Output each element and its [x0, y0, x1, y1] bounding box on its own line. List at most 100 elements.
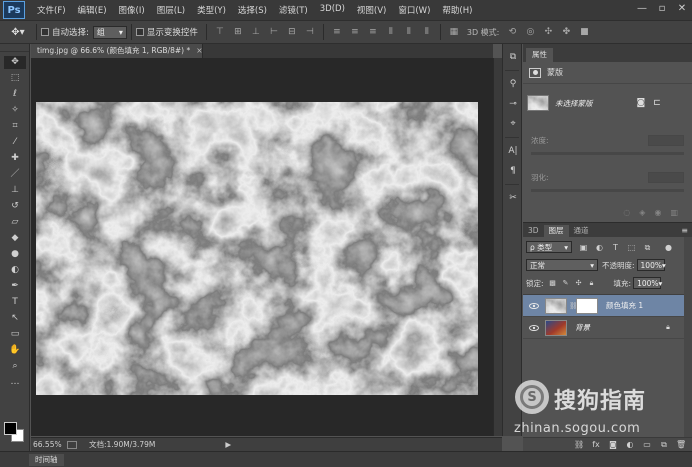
vertical-scrollbar[interactable]: [493, 58, 502, 436]
eyedropper-tool-icon[interactable]: ⁄: [4, 136, 26, 149]
panel-menu-icon[interactable]: ≡: [681, 225, 688, 237]
new-group-icon[interactable]: ▭: [642, 440, 652, 450]
move-tool-icon[interactable]: ✥▾: [4, 23, 32, 41]
align-bottom-icon[interactable]: ⊥: [250, 26, 262, 38]
show-transform-checkbox[interactable]: [135, 28, 144, 36]
document-canvas[interactable]: [36, 102, 478, 395]
history-brush-tool-icon[interactable]: ↺: [4, 200, 26, 213]
close-icon[interactable]: ×: [196, 46, 202, 55]
zoom-level[interactable]: 66.55%: [31, 440, 62, 449]
character-icon[interactable]: A|: [506, 144, 520, 158]
3d-drag-icon[interactable]: ✣: [542, 26, 554, 38]
canvas-workspace[interactable]: [31, 58, 493, 436]
link-layers-icon[interactable]: ⛓︎: [574, 440, 584, 450]
filter-shape-icon[interactable]: ⬚: [627, 243, 636, 252]
fill-field[interactable]: 100% ▾: [633, 277, 662, 289]
menu-item-8[interactable]: 视图(V): [351, 4, 392, 16]
clone-stamp-tool-icon[interactable]: ⊥: [4, 184, 26, 197]
lock-pixels-icon[interactable]: ✎: [562, 279, 570, 287]
layers-scrollbar[interactable]: [684, 237, 692, 437]
menu-item-4[interactable]: 类型(Y): [191, 4, 232, 16]
tool-presets-icon[interactable]: ⌖: [506, 117, 520, 131]
filter-type-icon[interactable]: T: [611, 243, 620, 252]
paint-bucket-tool-icon[interactable]: ◆: [4, 232, 26, 245]
blend-mode-dropdown[interactable]: 正常 ▾: [526, 259, 598, 271]
eraser-tool-icon[interactable]: ▱: [4, 216, 26, 229]
auto-align-icon[interactable]: ▦: [448, 26, 460, 38]
menu-item-5[interactable]: 选择(S): [232, 4, 273, 16]
feather-slider[interactable]: [531, 189, 684, 192]
eye-icon[interactable]: [528, 301, 540, 311]
delete-mask-icon[interactable]: ▥: [670, 208, 678, 220]
toolbar-grip[interactable]: [0, 44, 29, 52]
status-menu-arrow-icon[interactable]: ▶: [225, 440, 231, 449]
lock-position-icon[interactable]: ✣: [575, 279, 583, 287]
lock-transparent-icon[interactable]: ▩: [549, 279, 557, 287]
history-icon[interactable]: ⧉: [506, 50, 520, 64]
healing-brush-tool-icon[interactable]: ✚: [4, 152, 26, 165]
menu-item-1[interactable]: 编辑(E): [72, 4, 113, 16]
rectangle-tool-icon[interactable]: ▭: [4, 328, 26, 341]
menu-item-10[interactable]: 帮助(H): [436, 4, 478, 16]
load-selection-icon[interactable]: ◌: [623, 208, 630, 220]
3d-scale-icon[interactable]: ■: [578, 26, 590, 38]
auto-select-checkbox[interactable]: [41, 28, 49, 36]
feather-field[interactable]: [648, 171, 684, 183]
layer-mask-thumbnail[interactable]: [576, 297, 598, 314]
apply-mask-icon[interactable]: ◈: [639, 208, 645, 220]
status-preview-icon[interactable]: [67, 440, 77, 449]
filter-toggle-icon[interactable]: ●: [664, 243, 673, 252]
zoom-tool-icon[interactable]: ⌕: [4, 360, 26, 373]
menu-item-0[interactable]: 文件(F): [31, 4, 72, 16]
3d-roll-icon[interactable]: ◎: [524, 26, 536, 38]
magic-wand-tool-icon[interactable]: ✧: [4, 104, 26, 117]
menu-item-6[interactable]: 滤镜(T): [273, 4, 314, 16]
clone-source-icon[interactable]: ⊸: [506, 97, 520, 111]
distribute-vcenter-icon[interactable]: ≡: [349, 26, 361, 38]
type-tool-icon[interactable]: T: [4, 296, 26, 309]
add-mask-icon[interactable]: ◙: [608, 440, 618, 450]
timeline-tab[interactable]: 时间轴: [29, 454, 64, 466]
blur-tool-icon[interactable]: ●: [4, 248, 26, 261]
dodge-tool-icon[interactable]: ◐: [4, 264, 26, 277]
delete-layer-icon[interactable]: 🗑︎: [676, 440, 686, 450]
pen-tool-icon[interactable]: ✒: [4, 280, 26, 293]
crop-tool-icon[interactable]: ⌗: [4, 120, 26, 133]
3d-rotate-icon[interactable]: ⟲: [506, 26, 518, 38]
align-left-icon[interactable]: ⊢: [268, 26, 280, 38]
filter-adjustment-icon[interactable]: ◐: [595, 243, 604, 252]
distribute-top-icon[interactable]: ≡: [331, 26, 343, 38]
opacity-field[interactable]: 100% ▾: [636, 259, 666, 271]
lasso-tool-icon[interactable]: ℓ: [4, 88, 26, 101]
distribute-hcenter-icon[interactable]: ⦀: [403, 26, 415, 38]
menu-item-3[interactable]: 图层(L): [151, 4, 191, 16]
tool-options-icon[interactable]: ✂: [506, 191, 520, 205]
tab-layers[interactable]: 图层: [543, 225, 569, 237]
hand-tool-icon[interactable]: ✋: [4, 344, 26, 357]
brush-tool-icon[interactable]: ／: [4, 168, 26, 181]
filter-pixel-icon[interactable]: ▣: [579, 243, 588, 252]
distribute-right-icon[interactable]: ⦀: [421, 26, 433, 38]
density-field[interactable]: [648, 134, 684, 146]
tab-3d[interactable]: 3D: [523, 225, 544, 237]
path-selection-tool-icon[interactable]: ↖: [4, 312, 26, 325]
marquee-tool-icon[interactable]: ⬚: [4, 72, 26, 85]
document-tab[interactable]: timg.jpg @ 66.6% (颜色填充 1, RGB/8#) * ×: [31, 44, 203, 58]
layer-row-background[interactable]: 背景 🔒︎: [523, 317, 692, 339]
3d-slide-icon[interactable]: ✤: [560, 26, 572, 38]
maximize-button[interactable]: ▫: [656, 3, 668, 15]
tab-channels[interactable]: 通道: [569, 225, 594, 237]
more-tools-icon[interactable]: …: [4, 376, 26, 389]
distribute-left-icon[interactable]: ⦀: [385, 26, 397, 38]
foreground-color-swatch[interactable]: [4, 422, 17, 435]
layer-row-color-fill[interactable]: ⛓︎ 颜色填充 1: [523, 295, 692, 317]
layer-filter-dropdown[interactable]: ρ 类型 ▾: [526, 241, 572, 253]
align-top-icon[interactable]: ⊤: [214, 26, 226, 38]
lock-all-icon[interactable]: 🔒︎: [588, 279, 596, 287]
align-vcenter-icon[interactable]: ⊞: [232, 26, 244, 38]
close-button[interactable]: ✕: [676, 3, 688, 15]
align-right-icon[interactable]: ⊣: [304, 26, 316, 38]
tab-properties[interactable]: 属性: [526, 48, 553, 62]
density-slider[interactable]: [531, 152, 684, 155]
auto-select-dropdown[interactable]: 组 ▾: [92, 25, 127, 39]
